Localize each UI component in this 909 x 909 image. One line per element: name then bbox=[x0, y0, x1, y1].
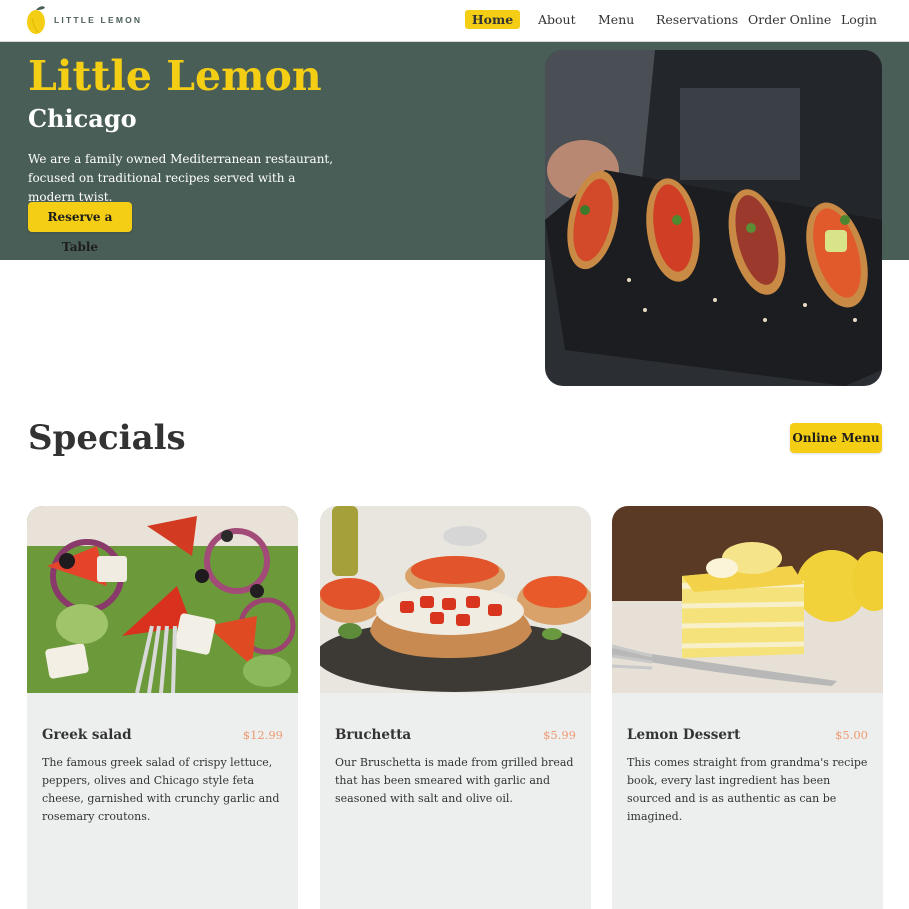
lemon-logo-icon bbox=[27, 6, 45, 34]
special-card-greek-salad[interactable]: Greek salad $12.99 The famous greek sala… bbox=[27, 506, 298, 909]
hero-city: Chicago bbox=[28, 104, 137, 133]
reserve-table-button[interactable]: Reserve a Table bbox=[28, 202, 132, 254]
online-menu-button[interactable]: Online Menu bbox=[790, 423, 882, 453]
card-description: The famous greek salad of crispy lettuce… bbox=[42, 756, 280, 823]
card-title: Greek salad bbox=[42, 727, 132, 743]
card-description: This comes straight from grandma's recip… bbox=[627, 756, 868, 823]
special-card-lemon-dessert[interactable]: Lemon Dessert $5.00 This comes straight … bbox=[612, 506, 883, 909]
card-title: Lemon Dessert bbox=[627, 727, 741, 743]
card-price: $5.99 bbox=[543, 728, 576, 742]
nav-order-online[interactable]: Order Online bbox=[748, 10, 831, 29]
hero-title: Little Lemon bbox=[28, 52, 322, 100]
card-description: Our Bruschetta is made from grilled brea… bbox=[335, 756, 574, 805]
greek-salad-photo bbox=[27, 506, 298, 693]
nav-reservations[interactable]: Reservations bbox=[656, 10, 738, 29]
site-header: LITTLE LEMON Home About Menu Reservation… bbox=[0, 0, 909, 42]
nav-menu[interactable]: Menu bbox=[598, 10, 634, 29]
card-price: $12.99 bbox=[242, 728, 283, 742]
special-card-bruchetta[interactable]: Bruchetta $5.99 Our Bruschetta is made f… bbox=[320, 506, 591, 909]
nav-about[interactable]: About bbox=[538, 10, 576, 29]
bruschetta-platter-photo bbox=[545, 50, 882, 386]
logo[interactable]: LITTLE LEMON bbox=[26, 4, 142, 36]
lemon-cake-photo bbox=[612, 506, 883, 693]
logo-text: LITTLE LEMON bbox=[54, 15, 143, 25]
specials-heading: Specials bbox=[28, 418, 186, 458]
card-title: Bruchetta bbox=[335, 727, 412, 743]
nav-home[interactable]: Home bbox=[465, 10, 520, 29]
bruschetta-photo bbox=[320, 506, 591, 693]
nav-login[interactable]: Login bbox=[841, 10, 877, 29]
card-price: $5.00 bbox=[835, 728, 868, 742]
hero-description: We are a family owned Mediterranean rest… bbox=[28, 152, 334, 204]
